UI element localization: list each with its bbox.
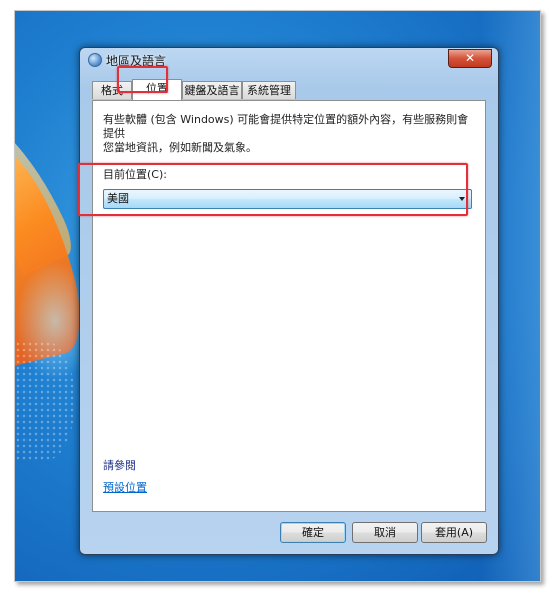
globe-icon: [88, 53, 102, 67]
cancel-button[interactable]: 取消: [352, 522, 418, 543]
region-language-dialog: 地區及語言 ✕ 格式 位置 鍵盤及語言 系統管理 有些軟體 (包含 Window…: [79, 47, 499, 555]
screenshot-frame: 地區及語言 ✕ 格式 位置 鍵盤及語言 系統管理 有些軟體 (包含 Window…: [14, 10, 541, 582]
ok-button[interactable]: 確定: [280, 522, 346, 543]
window-title: 地區及語言: [106, 54, 167, 68]
default-location-link[interactable]: 預設位置: [103, 479, 147, 495]
current-location-label: 目前位置(C):: [103, 168, 167, 181]
current-location-select[interactable]: 美國: [103, 189, 472, 209]
close-button[interactable]: ✕: [448, 49, 492, 68]
description-line: 您當地資訊，例如新聞及氣象。: [103, 141, 257, 154]
chevron-down-icon: [459, 197, 465, 201]
see-also-heading: 請參閱: [103, 459, 136, 472]
location-panel: 有些軟體 (包含 Windows) 可能會提供特定位置的額外內容，有些服務則會提…: [92, 100, 486, 512]
location-description: 有些軟體 (包含 Windows) 可能會提供特定位置的額外內容，有些服務則會提…: [103, 113, 478, 155]
description-line: 有些軟體 (包含 Windows) 可能會提供特定位置的額外內容，有些服務則會提…: [103, 113, 469, 140]
tab-location[interactable]: 位置: [132, 79, 182, 100]
apply-button[interactable]: 套用(A): [421, 522, 487, 543]
tab-formats[interactable]: 格式: [92, 81, 132, 99]
wallpaper-accent: [15, 341, 75, 461]
current-location-value: 美國: [107, 192, 129, 205]
tab-administrative[interactable]: 系統管理: [242, 81, 296, 99]
tab-keyboards-languages[interactable]: 鍵盤及語言: [182, 81, 242, 99]
title-bar[interactable]: 地區及語言 ✕: [80, 48, 498, 70]
